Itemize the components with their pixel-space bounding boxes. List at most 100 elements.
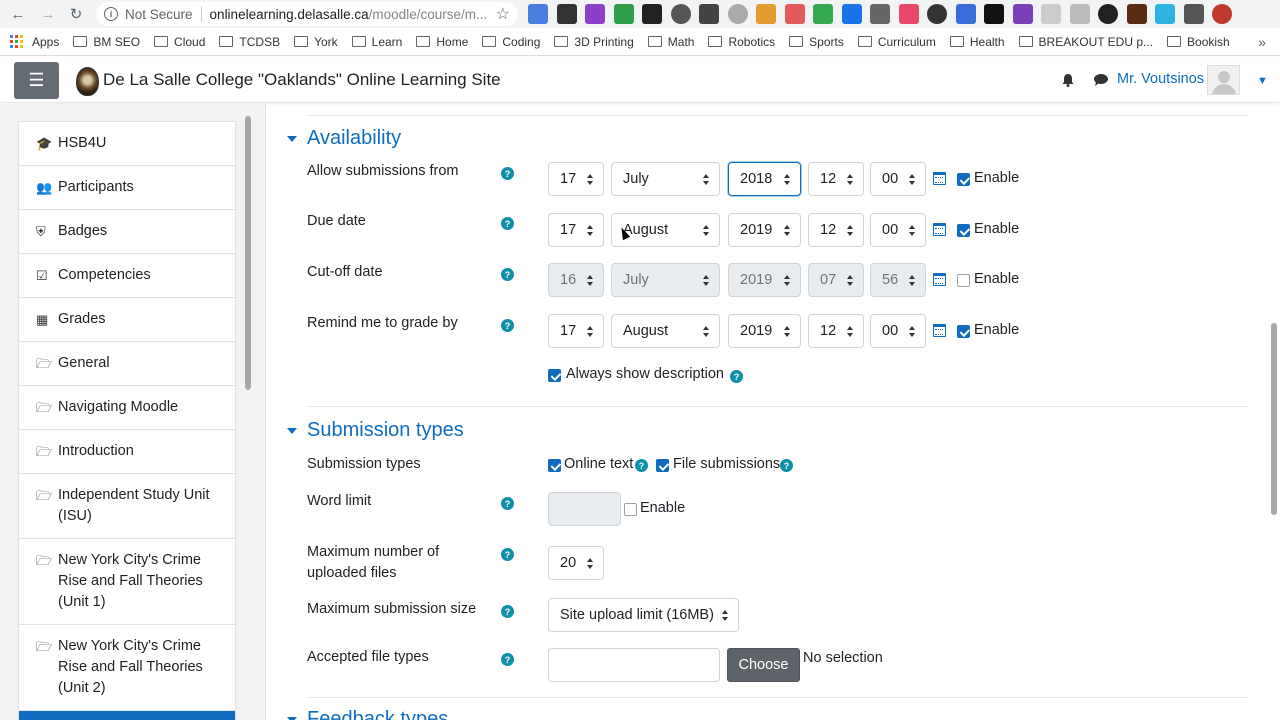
nav-item-course[interactable]: 🎓 HSB4U <box>19 122 235 166</box>
help-icon[interactable]: ? <box>635 459 648 472</box>
help-icon[interactable]: ? <box>501 605 514 618</box>
nav-item-navigating-moodle[interactable]: 🗁 Navigating Moodle <box>19 386 235 430</box>
forward-arrow-icon[interactable]: → <box>34 0 62 28</box>
user-name[interactable]: Mr. Voutsinos <box>1117 71 1204 87</box>
drawer-scrollbar[interactable] <box>245 116 251 390</box>
circle-extension-icon[interactable] <box>670 4 691 24</box>
cutoff-year-select[interactable]: 2019 <box>728 263 801 297</box>
help-icon[interactable]: ? <box>501 217 514 230</box>
red-extension-icon[interactable] <box>784 4 805 24</box>
word-limit-enable-checkbox[interactable] <box>624 503 637 516</box>
nav-item-participants[interactable]: 👥 Participants <box>19 166 235 210</box>
file-types-input[interactable] <box>548 648 720 682</box>
nav-item-unit-2[interactable]: 🗁 New York City's Crime Rise and Fall The… <box>19 625 235 711</box>
address-bar[interactable]: i Not Secure onlinelearning.delasalle.ca… <box>96 2 518 26</box>
max-size-select[interactable]: Site upload limit (16MB) <box>548 598 739 632</box>
screenshot-extension-icon[interactable] <box>870 4 890 24</box>
shield-extension-icon[interactable] <box>1183 4 1204 24</box>
remind-hour-select[interactable]: 12 <box>808 314 864 348</box>
calendar-icon[interactable] <box>933 172 946 185</box>
calendar-icon[interactable] <box>933 223 946 236</box>
camera-extension-icon[interactable] <box>955 4 976 24</box>
bookmark-folder[interactable]: Robotics <box>708 35 775 49</box>
bookmark-folder[interactable]: Math <box>647 35 694 49</box>
bookmark-folder[interactable]: TCDSB <box>219 35 280 49</box>
drawer-toggle-button[interactable]: ☰ <box>14 62 59 99</box>
hat-extension-icon[interactable] <box>1212 4 1232 24</box>
nav-item-active[interactable] <box>19 711 235 720</box>
wave-extension-icon[interactable] <box>1041 4 1061 24</box>
nav-item-grades[interactable]: ▦ Grades <box>19 298 235 342</box>
bookmark-folder[interactable]: Learn <box>351 35 402 49</box>
allow-hour-select[interactable]: 12 <box>808 162 864 196</box>
bookmark-star-icon[interactable]: ☆ <box>496 4 510 24</box>
bookmark-folder[interactable]: Health <box>949 35 1005 49</box>
help-icon[interactable]: ? <box>501 268 514 281</box>
green-extension-icon[interactable] <box>613 4 634 24</box>
nav-item-introduction[interactable]: 🗁 Introduction <box>19 430 235 474</box>
bookmark-folder[interactable]: Coding <box>482 35 540 49</box>
rainbow-extension-icon[interactable] <box>756 4 776 24</box>
remind-minute-select[interactable]: 00 <box>870 314 926 348</box>
allow-day-select[interactable]: 17 <box>548 162 604 196</box>
purple-extension-icon[interactable] <box>585 4 605 24</box>
figure-extension-icon[interactable] <box>927 4 947 24</box>
bookmark-folder[interactable]: Bookish <box>1167 35 1230 49</box>
bookmark-apps[interactable]: Apps <box>10 34 59 49</box>
due-year-select[interactable]: 2019 <box>728 213 801 247</box>
person-extension-icon[interactable] <box>1098 4 1118 24</box>
bookmark-folder[interactable]: York <box>294 35 338 49</box>
availability-section-toggle[interactable]: Availability <box>287 127 401 150</box>
nav-item-unit-1[interactable]: 🗁 New York City's Crime Rise and Fall The… <box>19 539 235 625</box>
remind-month-select[interactable]: August <box>611 314 720 348</box>
bookmark-folder[interactable]: BM SEO <box>73 35 140 49</box>
due-hour-select[interactable]: 12 <box>808 213 864 247</box>
pdf-extension-icon[interactable] <box>1012 4 1033 24</box>
user-menu-caret-icon[interactable]: ▼ <box>1257 75 1268 87</box>
messages-icon[interactable] <box>1093 73 1109 87</box>
help-icon[interactable]: ? <box>501 653 514 666</box>
always-show-description-checkbox[interactable] <box>548 369 561 382</box>
help-icon[interactable]: ? <box>501 497 514 510</box>
drive-extension-icon[interactable] <box>813 4 833 24</box>
v-extension-icon[interactable] <box>841 4 862 24</box>
remind-year-select[interactable]: 2019 <box>728 314 801 348</box>
help-icon[interactable]: ? <box>501 167 514 180</box>
feedback-types-section-toggle[interactable]: Feedback types <box>287 708 448 720</box>
layers-extension-icon[interactable] <box>642 4 662 24</box>
bookmark-folder[interactable]: Home <box>416 35 468 49</box>
cutoff-day-select[interactable]: 16 <box>548 263 604 297</box>
square-extension-icon[interactable] <box>984 4 1004 24</box>
translate-extension-icon[interactable] <box>528 4 548 24</box>
cutoff-hour-select[interactable]: 07 <box>808 263 864 297</box>
help-icon[interactable]: ? <box>501 548 514 561</box>
cutoff-enable-checkbox[interactable] <box>957 274 970 287</box>
pink-extension-icon[interactable] <box>898 4 919 24</box>
back-arrow-icon[interactable]: ← <box>4 0 32 28</box>
help-icon[interactable]: ? <box>730 370 743 383</box>
bookmark-folder[interactable]: BREAKOUT EDU p... <box>1018 35 1153 49</box>
allow-enable-checkbox[interactable] <box>957 173 970 186</box>
due-minute-select[interactable]: 00 <box>870 213 926 247</box>
bookmark-folder[interactable]: Cloud <box>154 35 205 49</box>
notifications-bell-icon[interactable] <box>1061 73 1075 87</box>
bookmark-folder[interactable]: 3D Printing <box>554 35 634 49</box>
max-files-select[interactable]: 20 <box>548 546 604 580</box>
page-scrollbar[interactable] <box>1271 323 1277 515</box>
k-extension-icon[interactable] <box>1126 4 1147 24</box>
cutoff-month-select[interactable]: July <box>611 263 720 297</box>
nav-item-badges[interactable]: ⛨ Badges <box>19 210 235 254</box>
submission-types-section-toggle[interactable]: Submission types <box>287 419 464 442</box>
remind-enable-checkbox[interactable] <box>957 325 970 338</box>
cutoff-minute-select[interactable]: 56 <box>870 263 926 297</box>
word-limit-input[interactable] <box>548 492 621 526</box>
nav-item-isu[interactable]: 🗁 Independent Study Unit (ISU) <box>19 474 235 539</box>
calendar-icon[interactable] <box>933 273 946 286</box>
allow-month-select[interactable]: July <box>611 162 720 196</box>
calendar-icon[interactable] <box>933 324 946 337</box>
rocket-extension-icon[interactable] <box>699 4 719 24</box>
file-submissions-checkbox[interactable] <box>656 459 669 472</box>
bookmark-folder[interactable]: Sports <box>789 35 844 49</box>
bookmarks-overflow-icon[interactable]: » <box>1258 34 1266 50</box>
choose-button[interactable]: Choose <box>727 648 800 682</box>
